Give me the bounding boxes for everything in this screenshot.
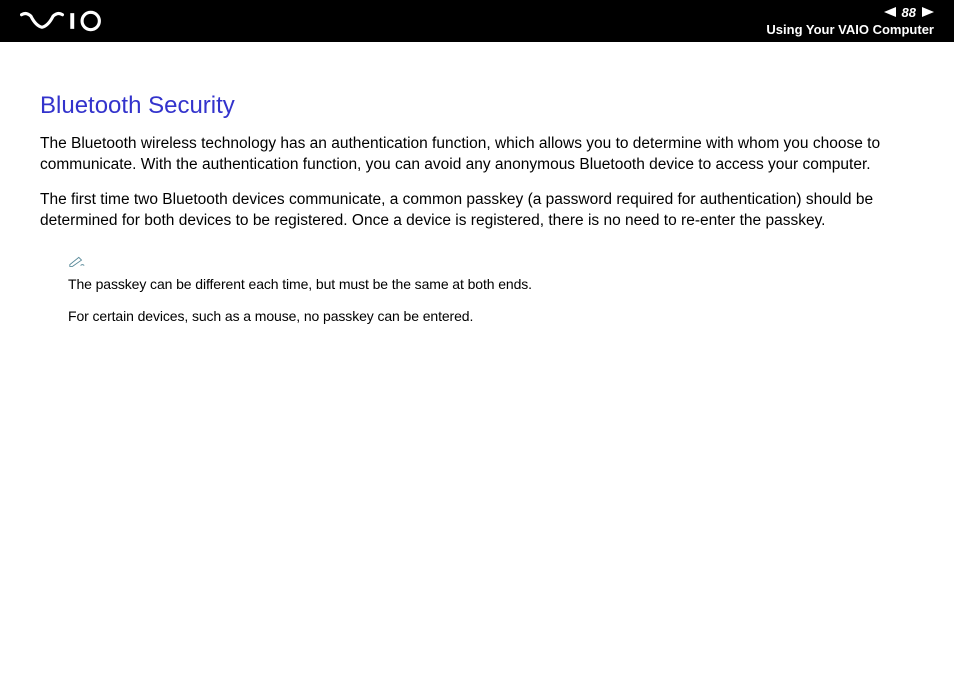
page-number: 88: [902, 5, 916, 20]
nav-prev-icon[interactable]: [884, 5, 896, 20]
note-text-2: For certain devices, such as a mouse, no…: [68, 307, 914, 325]
vaio-logo: [20, 10, 130, 32]
note-text-1: The passkey can be different each time, …: [68, 275, 914, 293]
body-paragraph-1: The Bluetooth wireless technology has an…: [40, 134, 914, 176]
content-area: Bluetooth Security The Bluetooth wireles…: [0, 42, 954, 325]
header-right: 88 Using Your VAIO Computer: [766, 5, 934, 37]
note-section: The passkey can be different each time, …: [68, 254, 914, 325]
page-title: Bluetooth Security: [40, 92, 914, 120]
page-navigation: 88: [884, 5, 934, 20]
nav-next-icon[interactable]: [922, 5, 934, 20]
header-section-title: Using Your VAIO Computer: [766, 22, 934, 37]
body-paragraph-2: The first time two Bluetooth devices com…: [40, 190, 914, 232]
note-pencil-icon: [68, 254, 914, 273]
page-header: 88 Using Your VAIO Computer: [0, 0, 954, 42]
